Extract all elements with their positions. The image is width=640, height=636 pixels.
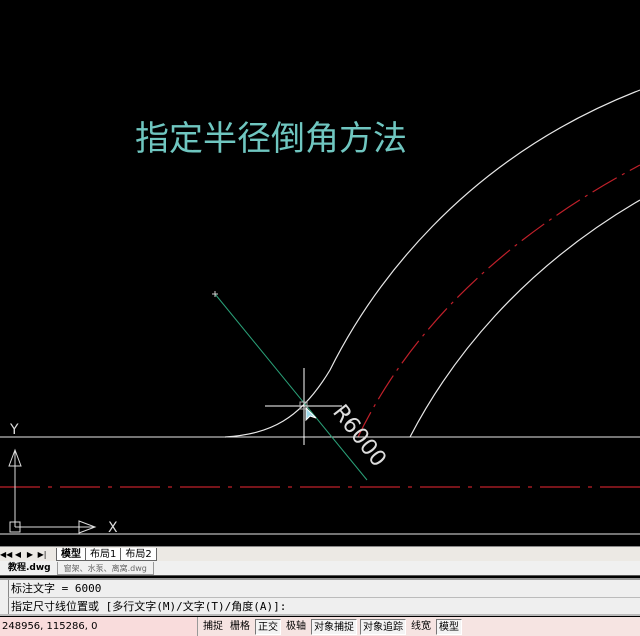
next-tab-button[interactable]: ▶ bbox=[24, 548, 36, 561]
layout-tab-bar: ◀◀ ◀ ▶ ▶| 模型 布局1 布局2 bbox=[0, 546, 640, 561]
last-tab-button[interactable]: ▶| bbox=[36, 548, 48, 561]
tab-model[interactable]: 模型 bbox=[56, 547, 86, 561]
command-window[interactable]: 标注文字 = 6000 指定尺寸线位置或 [多行文字(M)/文字(T)/角度(A… bbox=[0, 578, 640, 616]
first-tab-button[interactable]: ◀◀ bbox=[0, 548, 12, 561]
status-bar: 248956, 115286, 0 捕捉 栅格 正交 极轴 对象捕捉 对象追踪 … bbox=[0, 617, 640, 636]
road-centerline-curve[interactable] bbox=[357, 164, 640, 438]
drawing-canvas[interactable]: 指定半径倒角方法 R6000 Y X bbox=[0, 0, 640, 546]
command-history-line: 标注文字 = 6000 bbox=[8, 580, 640, 597]
ucs-x-label: X bbox=[108, 520, 118, 536]
mouse-pointer-icon bbox=[305, 406, 317, 422]
osnap-toggle[interactable]: 对象捕捉 bbox=[311, 618, 357, 635]
ortho-toggle[interactable]: 正交 bbox=[255, 618, 281, 635]
drawing-svg: 指定半径倒角方法 R6000 Y X bbox=[0, 89, 640, 536]
file-tab-active[interactable]: 教程.dwg bbox=[2, 562, 57, 575]
radius-dimension-line[interactable] bbox=[214, 293, 368, 481]
polar-toggle[interactable]: 极轴 bbox=[284, 619, 308, 635]
coordinate-readout: 248956, 115286, 0 bbox=[0, 617, 198, 636]
tab-layout1[interactable]: 布局1 bbox=[85, 547, 122, 561]
tab-layout2[interactable]: 布局2 bbox=[120, 547, 157, 561]
file-tab[interactable]: 窗架、水泵、离窝.dwg bbox=[56, 561, 154, 575]
prev-tab-button[interactable]: ◀ bbox=[12, 548, 24, 561]
radius-dimension-text[interactable]: R6000 bbox=[327, 400, 391, 472]
ucs-y-label: Y bbox=[9, 422, 19, 438]
drawing-title: 指定半径倒角方法 bbox=[135, 119, 407, 159]
command-prompt[interactable]: 指定尺寸线位置或 [多行文字(M)/文字(T)/角度(A)]: bbox=[8, 597, 640, 614]
file-tab-bar: 教程.dwg 窗架、水泵、离窝.dwg bbox=[0, 561, 640, 576]
inner-curve[interactable] bbox=[409, 199, 640, 438]
ucs-icon bbox=[8, 448, 97, 534]
otrack-toggle[interactable]: 对象追踪 bbox=[360, 618, 406, 635]
snap-toggle[interactable]: 捕捉 bbox=[201, 619, 225, 635]
crosshair-cursor bbox=[265, 368, 342, 445]
model-toggle[interactable]: 模型 bbox=[436, 618, 462, 635]
grid-toggle[interactable]: 栅格 bbox=[228, 619, 252, 635]
lineweight-toggle[interactable]: 线宽 bbox=[409, 619, 433, 635]
